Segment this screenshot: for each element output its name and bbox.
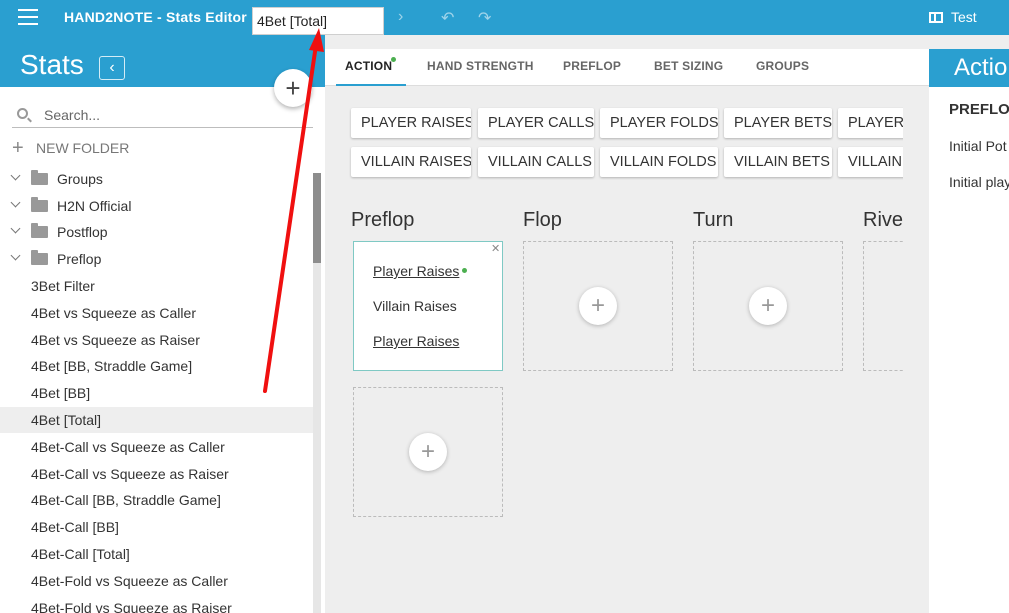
street-label-flop: Flop	[523, 209, 562, 231]
chip-villain-folds[interactable]: VILLAIN FOLDS	[600, 147, 718, 177]
stat-label: 4Bet [Total]	[31, 412, 102, 428]
folder-label: Preflop	[57, 251, 102, 267]
right-panel-heading: PREFLO	[949, 101, 1009, 118]
street-label-preflop: Preflop	[351, 209, 415, 231]
search-input[interactable]	[44, 104, 304, 126]
stat-label: 3Bet Filter	[31, 278, 95, 294]
plus-icon: +	[12, 137, 24, 159]
active-tab-indicator	[336, 84, 406, 86]
right-panel-title: Actio	[954, 54, 1008, 81]
condition-villain-raises[interactable]: Villain Raises	[373, 298, 457, 314]
stat-label: 4Bet-Call [BB]	[31, 519, 119, 535]
stat-label: 4Bet vs Squeeze as Raiser	[31, 332, 200, 348]
chevron-down-icon[interactable]	[10, 223, 21, 234]
condition-player-raises[interactable]: Player Raises	[373, 263, 459, 279]
search-box	[12, 100, 313, 128]
tab-bet-sizing[interactable]: BET SIZING	[654, 59, 723, 73]
right-panel-line: Initial play	[949, 174, 1009, 190]
stat-label: 4Bet-Call [Total]	[31, 546, 130, 562]
folder-icon	[31, 170, 48, 185]
stat-label: 4Bet-Call [BB, Straddle Game]	[31, 492, 221, 508]
folder-icon	[31, 223, 48, 238]
redo-icon[interactable]: ↷	[478, 8, 491, 28]
turn-add-button[interactable]: +	[749, 287, 787, 325]
folder-label: H2N Official	[57, 198, 132, 214]
stat-label: 4Bet [BB, Straddle Game]	[31, 358, 193, 374]
stat-label: 4Bet [BB]	[31, 385, 91, 401]
user-name: Test	[951, 9, 977, 25]
stat-label: 4Bet-Call vs Squeeze as Caller	[31, 439, 225, 455]
tab-bar	[325, 49, 929, 86]
stat-item[interactable]: 4Bet-Call vs Squeeze as Raiser	[0, 461, 313, 487]
chevron-right-icon[interactable]: ›	[398, 8, 403, 26]
folder-icon	[31, 197, 48, 212]
stat-label: 4Bet-Fold vs Squeeze as Raiser	[31, 600, 232, 613]
user-menu[interactable]: Test	[929, 9, 977, 25]
new-folder-label: NEW FOLDER	[36, 140, 130, 156]
chip-villain-bets[interactable]: VILLAIN BETS	[724, 147, 832, 177]
stat-item[interactable]: 4Bet-Call [BB, Straddle Game]	[0, 487, 313, 513]
tab-groups[interactable]: GROUPS	[756, 59, 809, 73]
folder-label: Groups	[57, 171, 103, 187]
chevron-down-icon[interactable]	[10, 250, 21, 261]
undo-icon[interactable]: ↶	[441, 8, 454, 28]
menu-icon[interactable]	[18, 9, 38, 25]
preflop-add-button[interactable]: +	[409, 433, 447, 471]
chip-villain-raises[interactable]: VILLAIN RAISES	[351, 147, 471, 177]
chip-player-folds[interactable]: PLAYER FOLDS	[600, 108, 718, 138]
right-panel-line: Initial Pot	[949, 138, 1007, 154]
stat-item[interactable]: 4Bet-Call [BB]	[0, 514, 313, 540]
chevron-down-icon[interactable]	[10, 197, 21, 208]
flop-add-button[interactable]: +	[579, 287, 617, 325]
right-panel: PREFLO Initial Pot Initial play	[929, 87, 1009, 613]
stat-item[interactable]: 4Bet-Call [Total]	[0, 541, 313, 567]
condition-status-dot	[462, 268, 467, 273]
right-panel-gap	[929, 35, 1009, 49]
folder-row-h2n-official[interactable]: H2N Official	[0, 193, 313, 219]
stat-item[interactable]: 4Bet [BB]	[0, 380, 313, 406]
chip-villain-calls[interactable]: VILLAIN CALLS	[478, 147, 594, 177]
folder-row-groups[interactable]: Groups	[0, 166, 313, 192]
folder-row-preflop[interactable]: Preflop	[0, 246, 313, 272]
close-icon[interactable]: ✕	[491, 242, 500, 255]
editor-overflow-mask	[903, 100, 929, 400]
folder-icon	[31, 250, 48, 265]
search-icon	[17, 108, 28, 119]
stat-item[interactable]: 4Bet vs Squeeze as Caller	[0, 300, 313, 326]
tab-action[interactable]: ACTION	[345, 59, 392, 73]
folder-row-postflop[interactable]: Postflop	[0, 219, 313, 245]
sidebar-title: Stats	[20, 49, 84, 80]
condition-player-raises-2[interactable]: Player Raises	[373, 333, 459, 349]
stat-item[interactable]: 3Bet Filter	[0, 273, 313, 299]
chip-player-bets[interactable]: PLAYER BETS	[724, 108, 832, 138]
app-title: HAND2NOTE - Stats Editor	[64, 9, 247, 25]
chip-player-calls[interactable]: PLAYER CALLS	[478, 108, 594, 138]
tab-preflop[interactable]: PREFLOP	[563, 59, 621, 73]
stat-item[interactable]: 4Bet-Call vs Squeeze as Caller	[0, 434, 313, 460]
river-drop-zone	[863, 241, 908, 371]
new-folder-button[interactable]: + NEW FOLDER	[12, 137, 130, 159]
folder-label: Postflop	[57, 224, 108, 240]
stat-item-selected[interactable]: 4Bet [Total]	[0, 407, 313, 433]
chevron-down-icon[interactable]	[10, 170, 21, 181]
stat-item[interactable]: 4Bet vs Squeeze as Raiser	[0, 327, 313, 353]
chevron-left-icon[interactable]: ‹	[99, 56, 125, 80]
street-label-turn: Turn	[693, 209, 734, 231]
tab-hand-strength[interactable]: HAND STRENGTH	[427, 59, 534, 73]
chip-player-more[interactable]: PLAYER C	[838, 108, 908, 138]
stat-item[interactable]: 4Bet [BB, Straddle Game]	[0, 353, 313, 379]
stat-item[interactable]: 4Bet-Fold vs Squeeze as Raiser	[0, 595, 313, 613]
stat-name-input[interactable]	[252, 7, 384, 35]
chip-player-raises[interactable]: PLAYER RAISES	[351, 108, 471, 138]
chip-villain-more[interactable]: VILLAIN C	[838, 147, 908, 177]
stat-item[interactable]: 4Bet-Fold vs Squeeze as Caller	[0, 568, 313, 594]
stat-label: 4Bet-Fold vs Squeeze as Caller	[31, 573, 228, 589]
tab-status-dot	[391, 57, 396, 62]
sidebar-scrollbar-thumb[interactable]	[313, 173, 321, 263]
top-bar: HAND2NOTE - Stats Editor › ↶ ↷ Test	[0, 0, 1009, 35]
stat-label: 4Bet vs Squeeze as Caller	[31, 305, 196, 321]
stat-label: 4Bet-Call vs Squeeze as Raiser	[31, 466, 229, 482]
user-card-icon	[929, 11, 943, 23]
